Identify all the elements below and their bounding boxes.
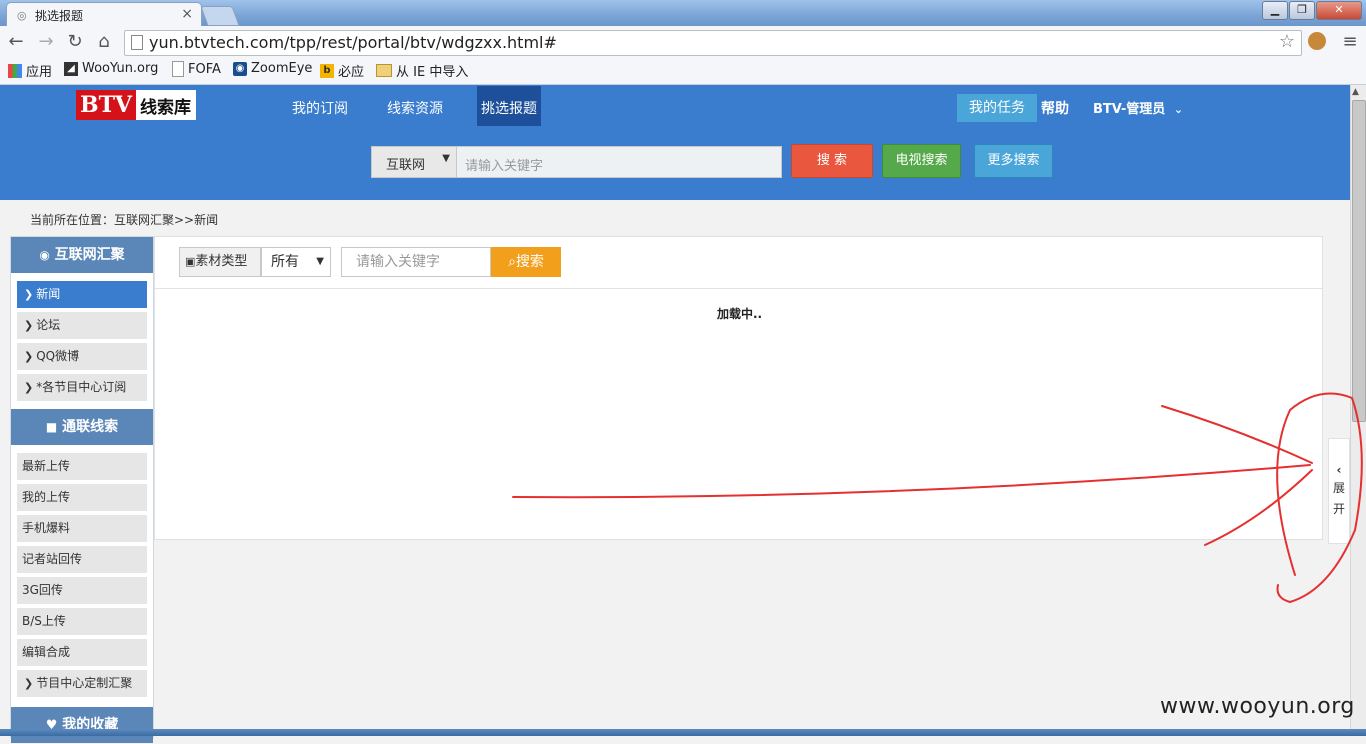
btv-logo[interactable]: BTV 线索库	[76, 90, 196, 120]
minimize-icon[interactable]: ▁	[1262, 1, 1288, 20]
sidebar-item-reporter-station[interactable]: 记者站回传	[17, 546, 147, 573]
bookmark-fofa[interactable]: FOFA	[172, 61, 221, 77]
new-tab-button[interactable]	[200, 6, 240, 26]
nav-my-subscriptions[interactable]: 我的订阅	[292, 98, 348, 118]
user-name: BTV-管理员	[1093, 102, 1166, 117]
page-icon	[131, 35, 143, 50]
wooyun-icon: ◢	[64, 61, 78, 76]
zoomeye-icon: ◉	[233, 61, 247, 76]
keyword-input[interactable]: 请输入关键字	[341, 247, 491, 277]
search-scope-select[interactable]: 互联网 ▼	[371, 146, 457, 178]
browser-tab-active[interactable]: ◎ 挑选报题 ×	[6, 2, 202, 27]
logo-mark: BTV	[76, 90, 136, 120]
section-internet-aggregation[interactable]: ◉ 互联网汇聚	[11, 237, 153, 273]
tv-search-button[interactable]: 电视搜索	[882, 144, 961, 178]
sidebar-item-bs-upload[interactable]: B/S上传	[17, 608, 147, 635]
section-linked-clues[interactable]: ■ 通联线索	[11, 409, 153, 445]
bookmark-import-ie[interactable]: 从 IE 中导入	[376, 61, 468, 80]
expand-toggle[interactable]: ‹ 展 开	[1328, 438, 1350, 544]
chevron-down-icon: ⌄	[1173, 103, 1184, 116]
sidebar-item-my-upload[interactable]: 我的上传	[17, 484, 147, 511]
breadcrumb: 当前所在位置：互联网汇聚>>新闻	[30, 213, 219, 227]
filter-bar: ▣素材类型 所有 ▼ 请输入关键字 ⌕搜索	[155, 237, 1322, 289]
menu-icon[interactable]: ≡	[1338, 30, 1362, 54]
caret-down-icon: ▼	[316, 256, 324, 267]
help-link[interactable]: 帮助	[1041, 98, 1069, 118]
search-icon: ⌕	[508, 254, 516, 270]
sidebar-item-3g-return[interactable]: 3G回传	[17, 577, 147, 604]
user-menu[interactable]: BTV-管理员 ⌄	[1093, 98, 1183, 117]
scrollbar-thumb[interactable]	[1352, 100, 1366, 422]
reload-icon[interactable]: ↻	[63, 30, 87, 54]
chevron-right-icon: ❯	[24, 381, 34, 394]
search-button[interactable]: 搜 索	[791, 144, 873, 178]
content-panel: ▣素材类型 所有 ▼ 请输入关键字 ⌕搜索 加载中..	[154, 236, 1323, 540]
address-bar[interactable]: yun.btvtech.com/tpp/rest/portal/btv/wdgz…	[124, 30, 1302, 56]
more-search-button[interactable]: 更多搜索	[974, 144, 1053, 178]
tab-title: 挑选报题	[35, 9, 84, 23]
url-text: yun.btvtech.com/tpp/rest/portal/btv/wdgz…	[149, 33, 557, 52]
logo-text: 线索库	[140, 98, 191, 118]
folder-icon	[376, 64, 392, 77]
bookmark-apps[interactable]: 应用	[8, 61, 52, 80]
loading-text: 加载中..	[717, 307, 763, 321]
search-placeholder: 请输入关键字	[465, 159, 544, 174]
back-arrow-icon[interactable]: ←	[4, 30, 28, 54]
chevron-right-icon: ❯	[24, 319, 34, 332]
chevron-right-icon: ❯	[24, 350, 34, 363]
nav-select-report[interactable]: 挑选报题	[481, 98, 537, 118]
sidebar-item-news[interactable]: ❯ 新闻	[17, 281, 147, 308]
section-my-favorites[interactable]: ♥ 我的收藏	[11, 707, 153, 743]
home-icon[interactable]: ⌂	[92, 30, 116, 54]
bookmark-bing[interactable]: b 必应	[320, 61, 364, 80]
scope-value: 互联网	[386, 158, 426, 173]
sidebar-item-phone-tips[interactable]: 手机爆料	[17, 515, 147, 542]
forward-arrow-icon[interactable]: →	[34, 30, 58, 54]
sidebar-item-program-subscriptions[interactable]: ❯ *各节目中心订阅	[17, 374, 147, 401]
sidebar-item-latest-upload[interactable]: 最新上传	[17, 453, 147, 480]
material-type-label: ▣素材类型	[179, 247, 261, 277]
tab-favicon-icon: ◎	[17, 9, 27, 22]
page-icon	[172, 61, 184, 77]
scroll-up-icon[interactable]: ▲	[1352, 87, 1359, 97]
bookmark-zoomeye[interactable]: ◉ ZoomEye	[233, 61, 312, 76]
sidebar-item-forum[interactable]: ❯ 论坛	[17, 312, 147, 339]
video-camera-icon: ■	[45, 420, 58, 434]
cookie-extension-icon[interactable]	[1308, 32, 1326, 50]
nav-clue-resources[interactable]: 线索资源	[387, 98, 443, 118]
image-icon: ▣	[185, 255, 196, 268]
window-close-icon[interactable]: ✕	[1316, 1, 1362, 20]
tab-close-icon[interactable]: ×	[181, 6, 193, 22]
my-task-button[interactable]: 我的任务	[957, 94, 1037, 122]
sidebar-item-edit-compose[interactable]: 编辑合成	[17, 639, 147, 666]
left-sidebar: ◉ 互联网汇聚 ❯ 新闻 ❯ 论坛 ❯ QQ微博 ❯ *各节目中心订阅 ■ 通联线索 最…	[10, 236, 154, 743]
chevron-left-icon: ‹	[1336, 463, 1342, 477]
bing-icon: b	[320, 63, 334, 78]
bookmark-star-icon[interactable]: ☆	[1279, 31, 1295, 52]
keyword-search-button[interactable]: ⌕搜索	[491, 247, 561, 277]
apps-grid-icon	[8, 63, 22, 78]
search-input[interactable]: 请输入关键字	[456, 146, 782, 178]
caret-down-icon: ▼	[442, 153, 450, 164]
material-type-select[interactable]: 所有 ▼	[261, 247, 331, 277]
sidebar-item-program-custom[interactable]: ❯ 节目中心定制汇聚	[17, 670, 147, 697]
chevron-right-icon: ❯	[24, 677, 34, 690]
maximize-icon[interactable]: ❐	[1289, 1, 1315, 20]
globe-icon: ◉	[39, 248, 50, 262]
bookmark-wooyun[interactable]: ◢ WooYun.org	[64, 61, 158, 76]
watermark-text: www.wooyun.org	[1160, 694, 1355, 719]
chevron-right-icon: ❯	[24, 288, 34, 301]
sidebar-item-qq-weibo[interactable]: ❯ QQ微博	[17, 343, 147, 370]
os-taskbar	[0, 729, 1366, 736]
